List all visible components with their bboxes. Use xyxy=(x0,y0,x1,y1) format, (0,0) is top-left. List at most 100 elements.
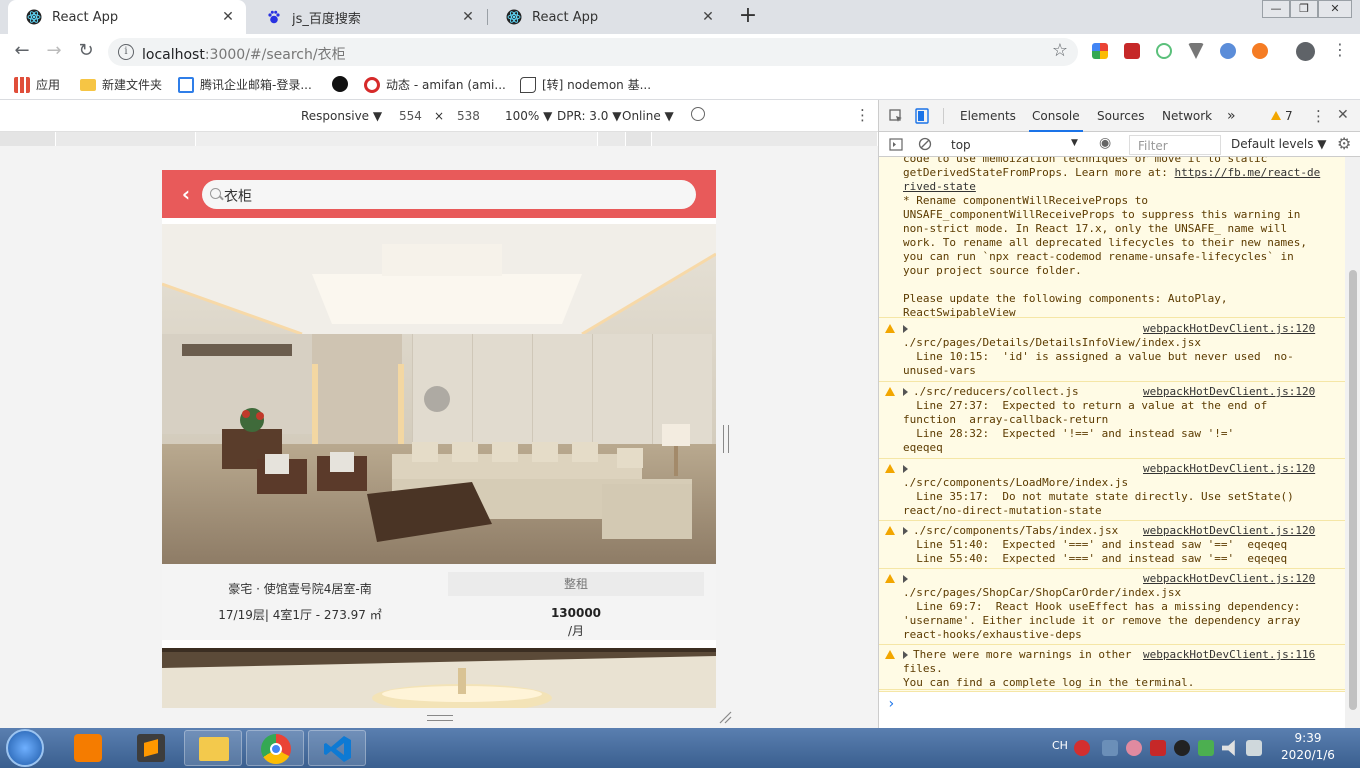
tray-icon[interactable] xyxy=(1198,740,1214,756)
bookmark-apps[interactable]: 应用 xyxy=(14,76,60,93)
bookmark-star-icon[interactable]: ☆ xyxy=(1052,40,1068,61)
minimize-button[interactable]: — xyxy=(1262,0,1290,18)
tray-icon[interactable] xyxy=(1150,740,1166,756)
resize-handle-right[interactable] xyxy=(723,425,729,453)
close-tab-icon[interactable]: ✕ xyxy=(220,9,236,25)
rotate-icon[interactable] xyxy=(691,107,705,121)
media-query-segment[interactable] xyxy=(652,132,878,146)
taskbar-vscode[interactable] xyxy=(308,730,366,766)
back-chevron-icon[interactable]: ‹ xyxy=(174,182,198,206)
close-tab-icon[interactable]: ✕ xyxy=(460,9,476,25)
house-image[interactable] xyxy=(162,648,716,708)
sidebar-toggle-icon[interactable] xyxy=(889,138,903,151)
console-warning[interactable]: There were more warnings in other webpac… xyxy=(879,646,1345,690)
media-query-segment[interactable] xyxy=(196,132,598,146)
source-link[interactable]: webpackHotDevClient.js:120 xyxy=(1143,524,1315,538)
height-input[interactable]: 538 xyxy=(457,109,480,123)
tab-sources[interactable]: Sources xyxy=(1097,100,1144,132)
back-arrow-icon[interactable]: ← xyxy=(10,39,34,63)
source-link[interactable]: webpackHotDevClient.js:116 xyxy=(1143,648,1315,662)
url-text[interactable]: localhost:3000/#/search/衣柜 xyxy=(142,44,346,64)
warning-count[interactable]: 7 xyxy=(1285,109,1293,123)
bookmark-tencent-mail[interactable]: 腾讯企业邮箱-登录... xyxy=(178,76,312,93)
expand-triangle-icon[interactable] xyxy=(903,465,908,473)
maximize-button[interactable]: ❐ xyxy=(1290,0,1318,18)
console-scrollbar-thumb[interactable] xyxy=(1349,270,1357,710)
resize-handle-bottom[interactable] xyxy=(427,715,453,721)
house-card-info[interactable]: 豪宅 · 使馆壹号院4居室-南 17/19层| 4室1厅 - 273.97 ㎡ … xyxy=(162,564,716,640)
chrome-menu-icon[interactable]: ⋮ xyxy=(1332,40,1348,59)
profile-avatar-icon[interactable] xyxy=(1296,42,1315,61)
bookmark-nodemon[interactable]: [转] nodemon 基... xyxy=(520,76,651,93)
zoom-select[interactable]: 100% ▼ xyxy=(505,109,552,123)
extension-icon[interactable] xyxy=(1092,43,1108,59)
docs-link-continued[interactable]: rived-state xyxy=(903,180,976,194)
extension-icon[interactable] xyxy=(1220,43,1236,59)
device-more-icon[interactable]: ⋮ xyxy=(855,106,870,124)
source-link[interactable]: webpackHotDevClient.js:120 xyxy=(1143,385,1315,399)
log-levels-select[interactable]: Default levels ▼ xyxy=(1231,137,1327,151)
tray-icon[interactable] xyxy=(1126,740,1142,756)
gear-icon[interactable]: ⚙ xyxy=(1337,134,1351,153)
media-query-bar[interactable] xyxy=(0,132,878,146)
browser-tab-react-app-1[interactable]: React App ✕ xyxy=(8,0,246,34)
dpr-select[interactable]: DPR: 3.0 ▼ xyxy=(557,109,621,123)
clear-console-icon[interactable] xyxy=(918,137,932,151)
extension-icon[interactable] xyxy=(1252,43,1268,59)
eye-icon[interactable]: ◉ xyxy=(1099,135,1111,151)
close-window-button[interactable]: ✕ xyxy=(1318,0,1352,18)
warning-icon[interactable] xyxy=(1271,111,1281,120)
console-warning[interactable]: ./src/components/Tabs/index.jsx webpackH… xyxy=(879,522,1345,569)
inspect-element-icon[interactable] xyxy=(889,109,903,123)
ime-icon[interactable] xyxy=(1074,740,1090,756)
media-query-segment[interactable] xyxy=(598,132,626,146)
extension-icon[interactable] xyxy=(1188,43,1204,59)
taskbar-chrome[interactable] xyxy=(246,730,304,766)
docs-link[interactable]: https://fb.me/react-de xyxy=(1175,166,1321,179)
browser-tab-react-app-2[interactable]: React App ✕ xyxy=(488,0,726,34)
extension-icon[interactable] xyxy=(1156,43,1172,59)
search-value[interactable]: 衣柜 xyxy=(224,186,252,206)
reload-icon[interactable]: ↻ xyxy=(74,39,98,63)
volume-icon[interactable] xyxy=(1222,740,1235,756)
console-warning[interactable]: webpackHotDevClient.js:120 ./src/pages/S… xyxy=(879,570,1345,645)
system-clock[interactable]: 9:39 2020/1/6 xyxy=(1268,730,1348,764)
network-throttle-select[interactable]: Online ▼ xyxy=(622,109,674,123)
console-warning[interactable]: ./src/reducers/collect.js webpackHotDevC… xyxy=(879,383,1345,459)
media-query-segment[interactable] xyxy=(56,132,196,146)
tab-console[interactable]: Console xyxy=(1029,100,1083,132)
tray-icon[interactable] xyxy=(1102,740,1118,756)
address-bar[interactable]: i localhost:3000/#/search/衣柜 ☆ xyxy=(108,38,1078,66)
house-image[interactable] xyxy=(162,224,716,564)
tray-icon[interactable] xyxy=(1174,740,1190,756)
taskbar-sublime[interactable] xyxy=(122,730,180,766)
browser-tab-baidu[interactable]: js_百度搜索 ✕ xyxy=(248,0,486,34)
tab-network[interactable]: Network xyxy=(1162,100,1212,132)
console-prompt-input[interactable]: › xyxy=(879,691,1345,728)
resize-corner-icon[interactable] xyxy=(718,710,732,724)
console-warning[interactable]: webpackHotDevClient.js:120 ./src/pages/D… xyxy=(879,320,1345,382)
context-select[interactable]: top ▼ xyxy=(943,136,1085,154)
source-link[interactable]: webpackHotDevClient.js:120 xyxy=(1143,462,1315,476)
expand-triangle-icon[interactable] xyxy=(903,651,908,659)
site-info-icon[interactable]: i xyxy=(118,44,134,60)
close-tab-icon[interactable]: ✕ xyxy=(700,9,716,25)
console-warning[interactable]: webpackHotDevClient.js:120 ./src/compone… xyxy=(879,460,1345,521)
device-toggle-icon[interactable] xyxy=(915,108,929,124)
network-icon[interactable] xyxy=(1246,740,1262,756)
console-filter-input[interactable]: Filter xyxy=(1129,135,1221,155)
source-link[interactable]: webpackHotDevClient.js:120 xyxy=(1143,322,1315,336)
new-tab-button[interactable]: + xyxy=(736,4,760,30)
bookmark-amifan[interactable]: 动态 - amifan (ami... xyxy=(364,76,506,93)
devtools-menu-icon[interactable]: ⋮ xyxy=(1311,107,1326,125)
more-tabs-icon[interactable]: » xyxy=(1227,100,1236,132)
close-devtools-icon[interactable]: ✕ xyxy=(1337,107,1349,123)
width-input[interactable]: 554 xyxy=(399,109,422,123)
expand-triangle-icon[interactable] xyxy=(903,527,908,535)
bookmark-github[interactable] xyxy=(332,76,354,92)
search-input[interactable]: 衣柜 xyxy=(202,180,696,209)
extension-icon[interactable] xyxy=(1124,43,1140,59)
media-query-segment[interactable] xyxy=(626,132,652,146)
tab-elements[interactable]: Elements xyxy=(960,100,1016,132)
expand-triangle-icon[interactable] xyxy=(903,388,908,396)
